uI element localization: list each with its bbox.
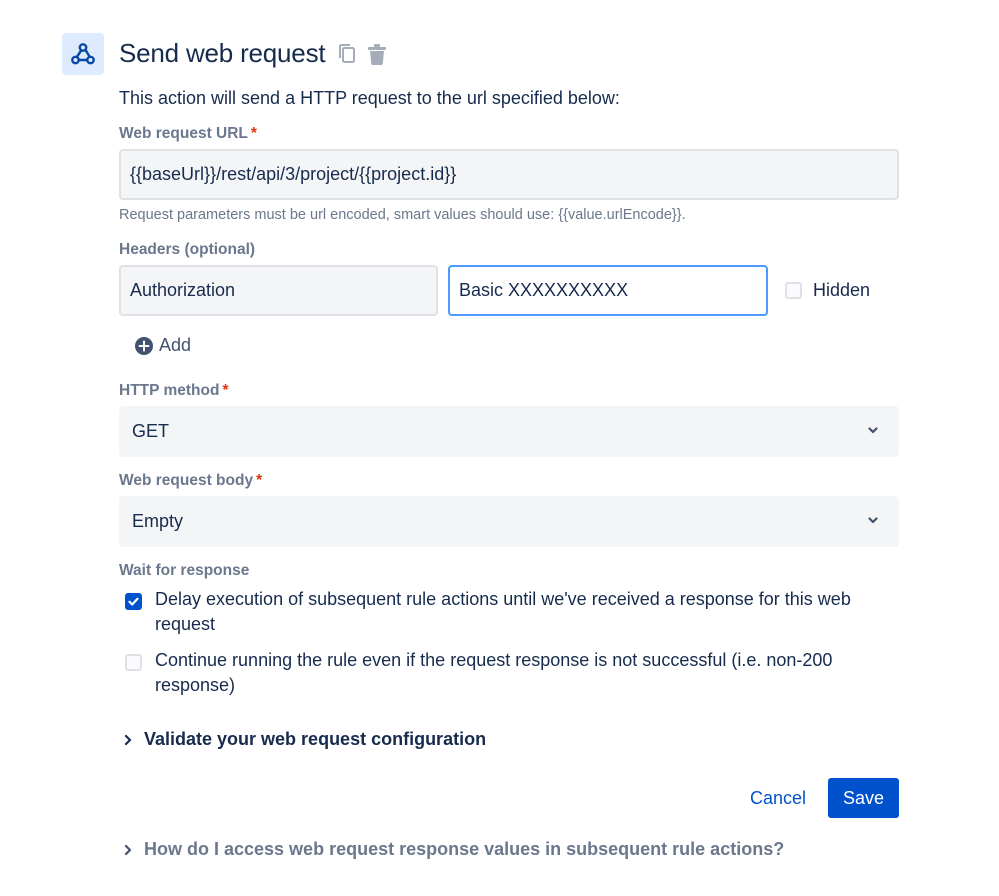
header-name-input[interactable]: Authorization: [119, 265, 438, 316]
url-label-text: Web request URL: [119, 125, 248, 142]
webhook-icon: [71, 43, 95, 65]
add-header-button[interactable]: Add: [135, 335, 191, 356]
chevron-down-icon: [868, 517, 878, 524]
required-mark: *: [256, 472, 263, 489]
cancel-button[interactable]: Cancel: [738, 778, 818, 818]
url-help-text: Request parameters must be url encoded, …: [119, 207, 686, 223]
continue-running-label-line2: response): [155, 675, 236, 695]
hidden-checkbox[interactable]: [785, 282, 802, 299]
add-header-label: Add: [159, 335, 192, 355]
delay-execution-label: Delay execution of subsequent rule actio…: [155, 587, 851, 637]
hidden-label: Hidden: [813, 280, 871, 300]
page-title: Send web request: [119, 38, 326, 68]
body-selected-value: Empty: [132, 511, 184, 531]
validate-config-label: Validate your web request configuration: [144, 729, 487, 749]
intro-text: This action will send a HTTP request to …: [119, 88, 620, 108]
method-label: HTTP method *: [119, 382, 229, 400]
delay-execution-label-line1: Delay execution of subsequent rule actio…: [155, 589, 851, 609]
save-button[interactable]: Save: [828, 778, 899, 818]
plus-circle-icon: [135, 336, 153, 355]
body-label: Web request body *: [119, 472, 262, 490]
faq-expander[interactable]: How do I access web request response val…: [122, 839, 784, 860]
delay-execution-checkbox[interactable]: [125, 593, 142, 610]
headers-label: Headers (optional): [119, 241, 256, 258]
chevron-down-icon: [868, 427, 878, 434]
faq-label: How do I access web request response val…: [144, 839, 785, 859]
header-value-input[interactable]: Basic XXXXXXXXXX: [448, 265, 768, 316]
url-input[interactable]: {{baseUrl}}/rest/api/3/project/{{project…: [119, 149, 899, 200]
validate-config-expander[interactable]: Validate your web request configuration: [122, 729, 486, 750]
wait-label: Wait for response: [119, 562, 250, 579]
body-select[interactable]: Empty: [119, 496, 899, 547]
method-label-text: HTTP method: [119, 382, 220, 399]
url-label: Web request URL *: [119, 125, 257, 143]
delay-execution-label-line2: request: [155, 614, 216, 634]
method-selected-value: GET: [132, 421, 170, 441]
required-mark: *: [222, 382, 229, 399]
continue-running-label-line1: Continue running the rule even if the re…: [155, 650, 833, 670]
continue-running-label: Continue running the rule even if the re…: [155, 648, 832, 698]
trash-icon[interactable]: [366, 42, 388, 66]
webhook-icon-tile: [62, 33, 104, 75]
body-label-text: Web request body: [119, 472, 254, 489]
check-icon: [128, 597, 139, 606]
copy-icon[interactable]: [336, 42, 358, 66]
continue-running-checkbox[interactable]: [125, 654, 142, 671]
chevron-right-icon: [124, 844, 132, 855]
chevron-right-icon: [124, 734, 132, 745]
required-mark: *: [250, 125, 257, 142]
method-select[interactable]: GET: [119, 406, 899, 457]
